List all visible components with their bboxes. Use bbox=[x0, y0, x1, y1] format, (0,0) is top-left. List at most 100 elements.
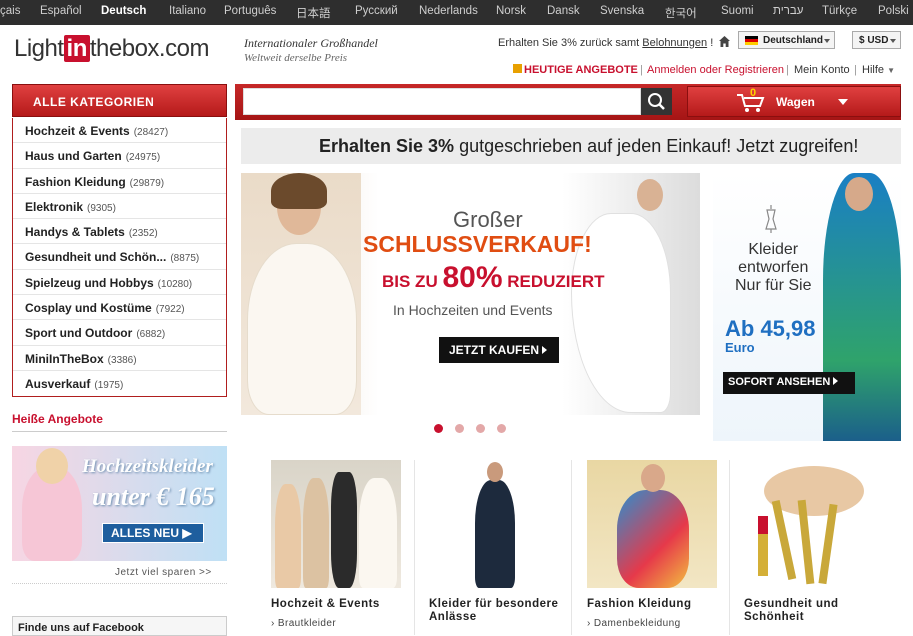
category-item[interactable]: Hochzeit & Events (28427) bbox=[13, 118, 226, 144]
language-link[interactable]: Nederlands bbox=[419, 5, 478, 17]
banner-discount: BIS ZU 80% REDUZIERT bbox=[382, 261, 605, 295]
category-name: Gesundheit und Schön... bbox=[25, 250, 167, 265]
figure bbox=[303, 478, 329, 588]
category-tile[interactable]: Kleider für besondere Anlässe bbox=[429, 460, 559, 635]
category-item[interactable]: Sport und Outdoor (6882) bbox=[13, 320, 226, 346]
language-link[interactable]: Dansk bbox=[547, 5, 580, 17]
tile-title[interactable]: Gesundheit und Schönheit bbox=[744, 598, 874, 624]
category-tile[interactable]: Fashion Kleidung › Damenbekleidung bbox=[587, 460, 717, 635]
divider bbox=[12, 583, 227, 584]
figure bbox=[275, 484, 301, 588]
category-count: (3386) bbox=[107, 354, 137, 366]
tile-subcategory[interactable]: › Damenbekleidung bbox=[587, 618, 681, 629]
category-item[interactable]: Cosplay und Kostüme (7922) bbox=[13, 295, 226, 321]
divider: | bbox=[786, 64, 789, 76]
view-now-button[interactable]: SOFORT ANSEHEN bbox=[723, 372, 855, 394]
promo-text: gutgeschrieben auf jeden Einkauf! Jetzt … bbox=[454, 136, 859, 156]
hero-banner[interactable]: Großer SCHLUSSVERKAUF! BIS ZU 80% REDUZI… bbox=[241, 173, 700, 415]
banner-subline: In Hochzeiten und Events bbox=[393, 302, 553, 318]
shop-now-label: JETZT KAUFEN bbox=[449, 343, 539, 357]
save-now-link[interactable]: Jetzt viel sparen >> bbox=[115, 567, 212, 578]
language-link[interactable]: Italiano bbox=[169, 5, 206, 17]
category-item[interactable]: Spielzeug und Hobbys (10280) bbox=[13, 270, 226, 296]
language-link[interactable]: 한국어 bbox=[665, 5, 697, 21]
rewards-info: Erhalten Sie 3% zurück samt Belohnungen … bbox=[498, 37, 713, 49]
category-tile[interactable]: Gesundheit und Schönheit bbox=[744, 460, 874, 635]
currency-selector[interactable]: $ USD bbox=[852, 31, 901, 49]
side-line2: entworfen bbox=[738, 259, 809, 276]
category-name: Hochzeit & Events bbox=[25, 124, 130, 138]
side-banner[interactable]: Kleider entworfen Nur für Sie Ab 45,98 Euro… bbox=[713, 173, 901, 441]
language-link[interactable]: Svenska bbox=[600, 5, 644, 17]
language-link[interactable]: Русский bbox=[355, 5, 398, 17]
tile-title[interactable]: Kleider für besondere Anlässe bbox=[429, 598, 559, 624]
divider bbox=[12, 431, 227, 432]
language-link[interactable]: עברית bbox=[773, 5, 803, 17]
category-item[interactable]: Handys & Tablets (2352) bbox=[13, 219, 226, 245]
carousel-dot[interactable] bbox=[455, 424, 464, 433]
promo-strip[interactable]: Erhalten Sie 3% gutgeschrieben auf jeden… bbox=[241, 128, 901, 164]
help-link[interactable]: Hilfe ▼ bbox=[862, 64, 895, 76]
site-logo[interactable]: Light in thebox.com bbox=[14, 35, 209, 63]
evening-dress-image bbox=[429, 460, 559, 588]
search-input[interactable] bbox=[243, 88, 641, 115]
language-link[interactable]: Polski bbox=[878, 5, 909, 17]
account-link[interactable]: Mein Konto bbox=[794, 64, 850, 76]
tile-sub-label: Brautkleider bbox=[277, 618, 337, 629]
chevron-down-icon bbox=[824, 39, 830, 46]
language-link[interactable]: Español bbox=[40, 5, 82, 17]
carousel-dot[interactable] bbox=[497, 424, 506, 433]
logo-text-thebox: thebox.com bbox=[89, 35, 210, 62]
country-selector[interactable]: Deutschland bbox=[738, 31, 835, 49]
facebook-widget[interactable]: Finde uns auf Facebook bbox=[12, 616, 227, 636]
category-item[interactable]: Gesundheit und Schön... (8875) bbox=[13, 244, 226, 270]
help-label: Hilfe bbox=[862, 64, 885, 76]
chevron-right-icon: › bbox=[271, 618, 275, 629]
tile-subcategory[interactable]: › Brautkleider bbox=[271, 618, 336, 629]
dress bbox=[475, 480, 515, 588]
divider bbox=[571, 460, 572, 635]
language-link[interactable]: 日本語 bbox=[296, 5, 331, 21]
tagline-primary: Internationaler Großhandel bbox=[244, 36, 378, 50]
category-list: Hochzeit & Events (28427) Haus und Garten(… bbox=[12, 118, 227, 397]
carousel-dot[interactable] bbox=[476, 424, 485, 433]
banner-discount-post: REDUZIERT bbox=[502, 272, 605, 291]
tile-title[interactable]: Fashion Kleidung bbox=[587, 598, 691, 611]
language-bar: çais Español Deutsch Italiano Português 日本語 Ру… bbox=[0, 0, 913, 25]
category-item[interactable]: Fashion Kleidung (29879) bbox=[13, 169, 226, 194]
all-new-button[interactable]: ALLES NEU ▶ bbox=[102, 523, 204, 543]
cosmetics-image bbox=[744, 460, 874, 588]
category-item[interactable]: MiniInTheBox (3386) bbox=[13, 346, 226, 371]
banner-discount-value: 80% bbox=[442, 261, 503, 294]
carousel-dot[interactable] bbox=[434, 424, 443, 433]
login-link[interactable]: Anmelden oder Registrieren bbox=[647, 64, 784, 76]
lipstick bbox=[758, 516, 768, 576]
dress bbox=[617, 490, 689, 588]
category-item[interactable]: Ausverkauf (1975) bbox=[13, 371, 226, 396]
home-icon[interactable] bbox=[718, 35, 731, 48]
tagline-secondary: Weltweit derselbe Preis bbox=[244, 52, 348, 64]
cart-button[interactable]: 0 Wagen bbox=[687, 86, 901, 117]
shop-now-button[interactable]: JETZT KAUFEN bbox=[439, 337, 559, 363]
hot-banner-line1: Hochzeitskleider bbox=[82, 456, 213, 477]
category-item[interactable]: Elektronik (9305) bbox=[13, 194, 226, 220]
tile-title[interactable]: Hochzeit & Events bbox=[271, 598, 380, 611]
side-line3: Nur für Sie bbox=[735, 277, 812, 294]
language-link[interactable]: Deutsch bbox=[101, 5, 146, 17]
language-link[interactable]: Norsk bbox=[496, 5, 526, 17]
divider: | bbox=[854, 64, 857, 76]
chevron-down-icon bbox=[890, 39, 896, 46]
wedding-dress-banner[interactable]: Hochzeitskleider unter € 165 ALLES NEU ▶ bbox=[12, 446, 227, 561]
category-tile[interactable]: Hochzeit & Events › Brautkleider bbox=[271, 460, 401, 635]
all-new-label: ALLES NEU bbox=[111, 526, 180, 540]
category-item[interactable]: Haus und Garten (24975) bbox=[13, 143, 226, 169]
dress-form-icon bbox=[765, 205, 777, 233]
rewards-link[interactable]: Belohnungen bbox=[642, 37, 707, 49]
language-link[interactable]: Türkçe bbox=[822, 5, 857, 17]
language-link[interactable]: Português bbox=[224, 5, 276, 17]
search-button[interactable] bbox=[641, 88, 672, 115]
language-link[interactable]: çais bbox=[0, 5, 20, 17]
hot-deals-link[interactable]: HEUTIGE ANGEBOTE bbox=[513, 64, 638, 76]
all-categories-button[interactable]: ALLE KATEGORIEN bbox=[12, 84, 227, 117]
language-link[interactable]: Suomi bbox=[721, 5, 754, 17]
